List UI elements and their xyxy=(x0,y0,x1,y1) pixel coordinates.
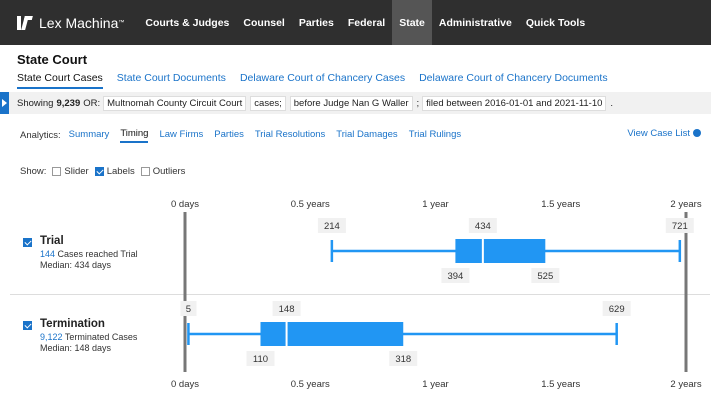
x-tick-label-top-0: 0 days xyxy=(171,199,199,210)
x-tick-label-top-3: 1.5 years xyxy=(541,199,580,210)
series-termination-max-label: 629 xyxy=(609,304,625,315)
series-trial-min-label: 214 xyxy=(324,221,340,232)
series-trial-q1-label: 394 xyxy=(447,271,463,282)
x-tick-label-bottom-4: 2 years xyxy=(670,379,701,390)
timing-boxplot-chart: 0 days 0 days 0.5 years 0.5 years 1 year 1 ye… xyxy=(171,199,702,390)
series-termination-q1-label: 110 xyxy=(253,354,268,365)
x-tick-label-bottom-3: 1.5 years xyxy=(541,379,580,390)
series-termination-median-label: 148 xyxy=(279,304,295,315)
series-trial-median-label: 434 xyxy=(475,221,491,232)
x-tick-label-bottom-0: 0 days xyxy=(171,379,199,390)
x-tick-label-bottom-2: 1 year xyxy=(422,379,448,390)
x-tick-label-top-1: 0.5 years xyxy=(291,199,330,210)
x-tick-label-top-2: 1 year xyxy=(422,199,448,210)
series-termination-box xyxy=(260,322,404,346)
series-trial-max-label: 721 xyxy=(672,221,688,232)
series-trial-box xyxy=(455,239,546,263)
x-tick-label-bottom-1: 0.5 years xyxy=(291,379,330,390)
series-termination-min-label: 5 xyxy=(186,304,191,315)
x-tick-label-top-4: 2 years xyxy=(670,199,701,210)
series-trial-q3-label: 525 xyxy=(537,271,553,282)
series-termination-q3-label: 318 xyxy=(395,354,411,365)
